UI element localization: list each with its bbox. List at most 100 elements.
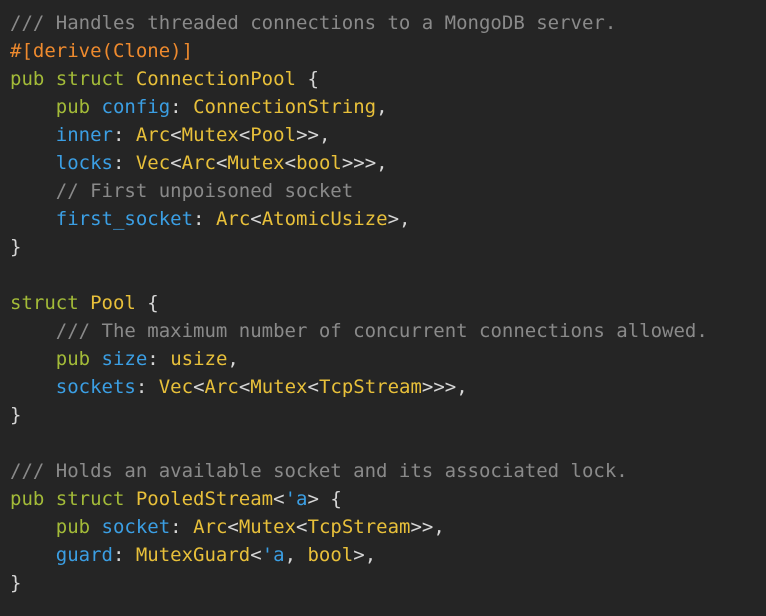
code-token-kw: pub xyxy=(10,68,56,90)
code-token-type: AtomicUsize xyxy=(261,208,388,230)
code-token-type: Mutex xyxy=(250,376,308,398)
code-line: pub size: usize, xyxy=(10,345,766,373)
code-token-field: 'a xyxy=(261,544,285,566)
code-token-punct: < xyxy=(193,376,205,398)
code-line: } xyxy=(10,401,766,429)
code-token-type: Pool xyxy=(90,292,136,314)
code-line: struct Pool { xyxy=(10,289,766,317)
code-token-type: Arc xyxy=(181,152,216,174)
code-token-punct: < xyxy=(250,544,262,566)
code-token-type: Arc xyxy=(135,124,171,146)
code-token-punct: < xyxy=(273,488,285,510)
code-token-kw: struct xyxy=(10,292,91,314)
code-editor[interactable]: /// Handles threaded connections to a Mo… xyxy=(0,0,766,616)
code-token-punct: < xyxy=(284,152,297,174)
code-token-punct: < xyxy=(170,124,182,146)
code-token-punct: < xyxy=(227,516,239,538)
code-token-comment: /// The maximum number of concurrent con… xyxy=(55,320,708,342)
code-token-attr: #[derive(Clone)] xyxy=(10,40,194,62)
code-token-punct: : xyxy=(112,152,136,174)
code-token-punct: < xyxy=(296,516,308,538)
code-token-punct xyxy=(10,124,56,146)
code-token-field: first_socket xyxy=(55,208,194,230)
code-token-field: size xyxy=(101,348,148,370)
code-token-type: Vec xyxy=(158,376,194,398)
code-token-field: socket xyxy=(101,516,171,538)
code-token-type: bool xyxy=(296,152,342,174)
code-token-type: Arc xyxy=(193,516,228,538)
code-token-punct xyxy=(10,208,56,230)
code-token-punct: : xyxy=(170,516,194,538)
code-token-punct: : xyxy=(193,208,216,230)
code-token-punct xyxy=(10,180,56,202)
code-line: /// Holds an available socket and its as… xyxy=(10,457,766,485)
code-token-punct: } xyxy=(10,572,22,594)
code-token-punct xyxy=(10,348,56,370)
code-line: inner: Arc<Mutex<Pool>>, xyxy=(10,121,766,149)
code-token-comment: /// Handles threaded connections to a Mo… xyxy=(10,12,617,34)
code-token-field: 'a xyxy=(284,488,308,510)
code-token-field: config xyxy=(101,96,171,118)
code-token-punct: : xyxy=(112,544,136,566)
code-token-punct: > { xyxy=(307,488,342,510)
code-token-punct: , xyxy=(376,96,388,118)
code-line: /// Handles threaded connections to a Mo… xyxy=(10,9,766,37)
code-token-type: ConnectionString xyxy=(193,96,377,118)
code-token-punct: , xyxy=(284,544,308,566)
code-token-punct xyxy=(10,96,56,118)
code-line: guard: MutexGuard<'a, bool>, xyxy=(10,541,766,569)
code-token-punct: : xyxy=(170,96,194,118)
code-token-field: inner xyxy=(55,124,113,146)
code-line: pub struct ConnectionPool { xyxy=(10,65,766,93)
code-line: // First unpoisoned socket xyxy=(10,177,766,205)
code-token-punct: : xyxy=(147,348,171,370)
code-token-type: Mutex xyxy=(238,516,297,538)
code-token-comment: // First unpoisoned socket xyxy=(55,180,354,202)
code-token-punct: >>>, xyxy=(421,376,468,398)
code-line: pub config: ConnectionString, xyxy=(10,93,766,121)
code-token-punct: >>, xyxy=(410,516,445,538)
code-token-punct xyxy=(10,544,56,566)
code-token-type: ConnectionPool xyxy=(135,68,296,90)
code-token-field: locks xyxy=(55,152,113,174)
code-token-punct: : xyxy=(112,124,136,146)
code-token-type: usize xyxy=(170,348,228,370)
code-token-punct: < xyxy=(307,376,319,398)
code-line: sockets: Vec<Arc<Mutex<TcpStream>>>, xyxy=(10,373,766,401)
code-token-punct: >, xyxy=(387,208,411,230)
code-token-field: sockets xyxy=(55,376,136,398)
code-token-type: MutexGuard xyxy=(135,544,251,566)
code-token-type: PooledStream xyxy=(135,488,274,510)
code-token-kw: pub xyxy=(10,488,56,510)
code-token-type: Vec xyxy=(135,152,171,174)
code-token-type: Pool xyxy=(250,124,297,146)
code-token-type: TcpStream xyxy=(307,516,411,538)
code-line: #[derive(Clone)] xyxy=(10,37,766,65)
code-line: first_socket: Arc<AtomicUsize>, xyxy=(10,205,766,233)
code-token-punct xyxy=(10,152,56,174)
code-token-punct: < xyxy=(170,152,182,174)
code-token-punct: , xyxy=(227,348,239,370)
code-token-punct: < xyxy=(238,124,251,146)
code-token-field: guard xyxy=(55,544,113,566)
code-token-type: bool xyxy=(307,544,354,566)
code-token-punct: { xyxy=(296,68,319,90)
code-token-punct: } xyxy=(10,236,22,258)
code-token-punct: < xyxy=(238,376,251,398)
code-line: /// The maximum number of concurrent con… xyxy=(10,317,766,345)
code-token-punct: < xyxy=(215,152,228,174)
code-token-kw: pub xyxy=(55,516,102,538)
code-token-type: Arc xyxy=(204,376,239,398)
code-token-punct xyxy=(10,376,56,398)
code-token-punct: } xyxy=(10,404,22,426)
code-token-punct xyxy=(10,516,56,538)
code-token-punct: >, xyxy=(353,544,377,566)
code-token-type: Mutex xyxy=(227,152,285,174)
code-token-kw: pub xyxy=(55,348,102,370)
code-token-punct: >>, xyxy=(296,124,331,146)
code-token-kw: pub xyxy=(55,96,102,118)
code-token-type: Arc xyxy=(215,208,251,230)
code-token-punct: : xyxy=(135,376,159,398)
code-line: } xyxy=(10,569,766,597)
